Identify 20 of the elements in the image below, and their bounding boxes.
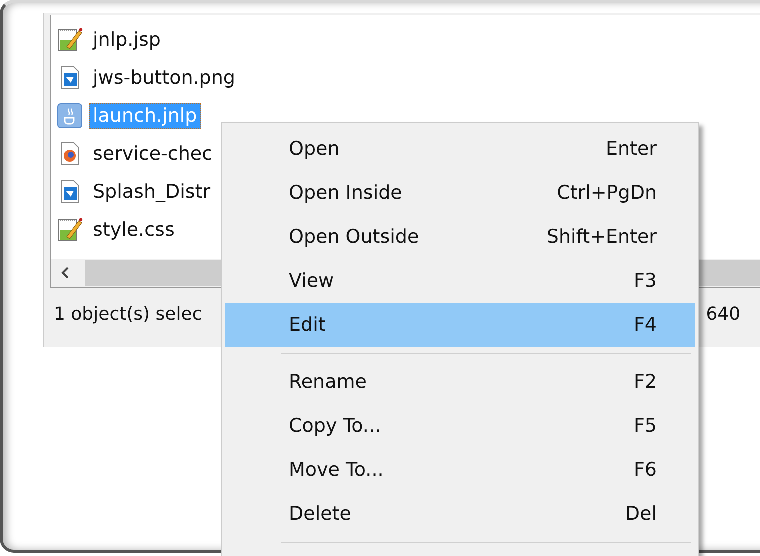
menu-item[interactable]: Open Outside Shift+Enter (225, 215, 695, 259)
menu-item[interactable]: Copy To... F5 (225, 404, 695, 448)
file-name[interactable]: style.css (89, 217, 179, 243)
menu-item[interactable]: Open Enter (225, 127, 695, 171)
menu-item[interactable]: Open Inside Ctrl+PgDn (225, 171, 695, 215)
menu-item[interactable]: Delete Del (225, 492, 695, 536)
menu-item[interactable]: Edit F4 (225, 303, 695, 347)
scroll-left-icon[interactable] (61, 266, 71, 280)
file-name[interactable]: Splash_Distr (89, 179, 215, 205)
status-size: 640 (705, 304, 741, 324)
document-pencil-icon (57, 27, 83, 53)
status-text: 1 object(s) selec (54, 304, 202, 324)
coffee-cup-icon (57, 103, 83, 129)
menu-item[interactable]: Rename F2 (225, 360, 695, 404)
document-pencil-icon (57, 217, 83, 243)
menu-item[interactable]: View F3 (225, 259, 695, 303)
file-name[interactable]: jws-button.png (89, 65, 240, 91)
file-name[interactable]: service-chec (89, 141, 217, 167)
menu-item[interactable]: Move To... F6 (225, 448, 695, 492)
file-name[interactable]: jnlp.jsp (89, 27, 165, 53)
